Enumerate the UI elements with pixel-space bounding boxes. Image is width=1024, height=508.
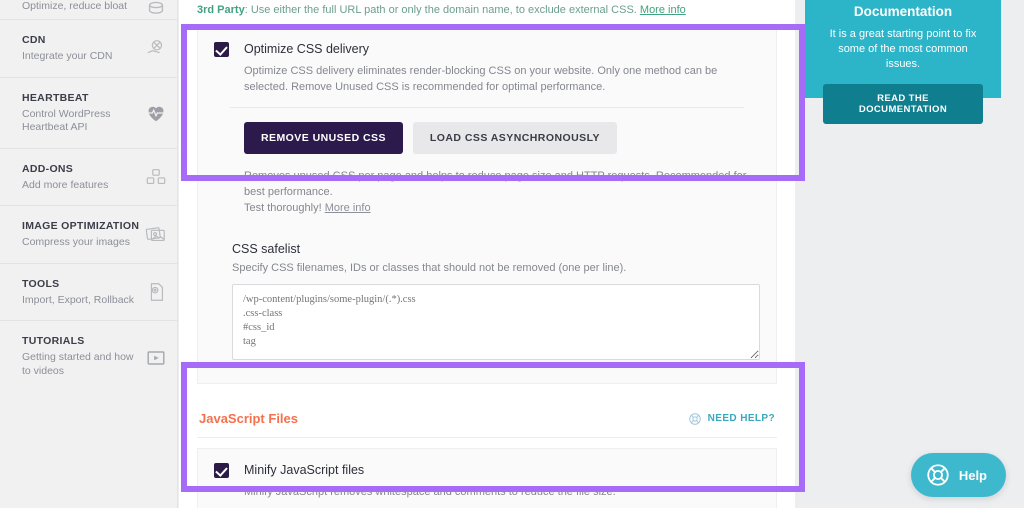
- sidebar-item-title: TOOLS: [22, 277, 60, 290]
- sidebar-item-subtitle: Compress your images: [22, 236, 130, 248]
- cdn-cloud-icon: [145, 37, 167, 59]
- css-safelist-input[interactable]: [232, 284, 760, 360]
- sidebar-item-title: HEARTBEAT: [22, 91, 89, 104]
- javascript-files-section: JavaScript Files NEED HELP? Minify JavaS…: [197, 402, 777, 508]
- blocks-icon: [145, 166, 167, 188]
- need-help-label: NEED HELP?: [707, 413, 775, 424]
- lifebuoy-icon: [925, 462, 951, 488]
- javascript-settings-block: Minify JavaScript files Minify JavaScrip…: [197, 448, 777, 508]
- sidebar: Optimize, reduce bloat CDN Integrate you…: [0, 0, 178, 508]
- third-party-label: 3rd Party: [197, 4, 245, 16]
- documentation-card: Documentation It is a great starting poi…: [805, 0, 1001, 124]
- help-widget-label: Help: [958, 467, 987, 483]
- sidebar-item-tutorials[interactable]: TUTORIALS Getting started and how to vid…: [0, 321, 177, 391]
- sidebar-item-title: ADD-ONS: [22, 162, 74, 175]
- sidebar-item-subtitle: Import, Export, Rollback: [22, 293, 135, 306]
- sidebar-item-subtitle: Optimize, reduce bloat: [22, 0, 128, 12]
- css-safelist-description: Specify CSS filenames, IDs or classes th…: [232, 262, 627, 274]
- documentation-title: Documentation: [853, 4, 953, 19]
- lifebuoy-icon: [688, 412, 702, 426]
- optimize-css-more-info-link[interactable]: More info: [325, 202, 371, 214]
- load-css-asynchronously-button[interactable]: LOAD CSS ASYNCHRONOUSLY: [412, 122, 617, 154]
- sidebar-item-tools[interactable]: TOOLS Import, Export, Rollback: [0, 264, 177, 321]
- sidebar-item-subtitle: Add more features: [22, 178, 109, 191]
- sidebar-item-subtitle: Getting started and how to videos: [22, 351, 134, 377]
- css-safelist-setting: CSS safelist Specify CSS filenames, IDs …: [198, 228, 776, 383]
- optimize-css-label: Optimize CSS delivery: [244, 42, 370, 56]
- css-safelist-title: CSS safelist: [232, 242, 301, 256]
- photos-icon: [145, 223, 167, 245]
- minify-javascript-setting: Minify JavaScript files Minify JavaScrip…: [198, 449, 776, 508]
- optimize-css-checkbox[interactable]: [214, 42, 229, 57]
- documentation-description: It is a great starting point to fix some…: [829, 28, 977, 70]
- read-documentation-button[interactable]: READ THE DOCUMENTATION: [823, 84, 983, 124]
- sidebar-item-subtitle: Integrate your CDN: [22, 50, 113, 62]
- sidebar-item-title: TUTORIALS: [22, 335, 85, 347]
- need-help-button[interactable]: NEED HELP?: [688, 412, 775, 426]
- third-party-text: : Use either the full URL path or only t…: [244, 4, 637, 16]
- main-content: 3rd Party: Use either the full URL path …: [179, 0, 795, 508]
- play-video-icon: [145, 347, 167, 369]
- third-party-more-info-link[interactable]: More info: [640, 4, 686, 16]
- sidebar-item-subtitle: Control WordPress Heartbeat API: [22, 107, 111, 134]
- css-method-buttons: REMOVE UNUSED CSS LOAD CSS ASYNCHRONOUSL…: [244, 108, 760, 154]
- javascript-section-header: JavaScript Files NEED HELP?: [197, 402, 777, 438]
- optimize-css-footnote-line1: Removes unused CSS per page and helps to…: [244, 170, 747, 198]
- database-icon: [145, 0, 167, 22]
- minify-javascript-checkbox[interactable]: [214, 463, 229, 478]
- remove-unused-css-button[interactable]: REMOVE UNUSED CSS: [244, 122, 403, 154]
- app-root: Optimize, reduce bloat CDN Integrate you…: [0, 0, 1024, 508]
- third-party-note: 3rd Party: Use either the full URL path …: [179, 0, 795, 19]
- optimize-css-description: Optimize CSS delivery eliminates render-…: [244, 65, 718, 93]
- minify-javascript-label: Minify JavaScript files: [244, 463, 365, 477]
- javascript-section-title: JavaScript Files: [199, 411, 298, 426]
- minify-javascript-description: Minify JavaScript removes whitespace and…: [244, 486, 616, 498]
- sidebar-item-image-optimization[interactable]: IMAGE OPTIMIZATION Compress your images: [0, 206, 177, 264]
- sidebar-item-title: CDN: [22, 34, 46, 46]
- sidebar-item-database[interactable]: Optimize, reduce bloat: [0, 0, 177, 20]
- sidebar-item-add-ons[interactable]: ADD-ONS Add more features: [0, 149, 177, 206]
- gear-document-icon: [145, 281, 167, 303]
- sidebar-item-cdn[interactable]: CDN Integrate your CDN: [0, 20, 177, 78]
- optimize-css-footnote-line2: Test thoroughly!: [244, 202, 322, 214]
- optimize-css-setting: Optimize CSS delivery Optimize CSS deliv…: [198, 28, 776, 228]
- optimize-css-block: Optimize CSS delivery Optimize CSS deliv…: [197, 27, 777, 384]
- heart-pulse-icon: [145, 102, 167, 124]
- sidebar-item-title: IMAGE OPTIMIZATION: [22, 220, 140, 232]
- optimize-css-footnote: Removes unused CSS per page and helps to…: [244, 168, 756, 216]
- help-widget-button[interactable]: Help: [910, 453, 1006, 497]
- sidebar-item-heartbeat[interactable]: HEARTBEAT Control WordPress Heartbeat AP…: [0, 78, 177, 149]
